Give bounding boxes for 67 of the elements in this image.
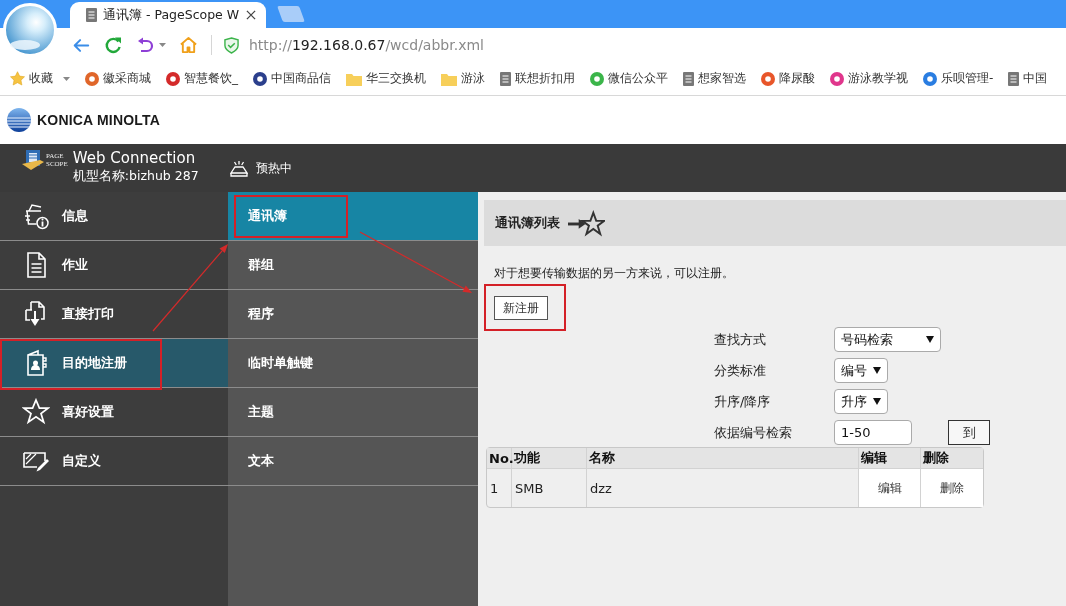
printer-info-icon — [22, 202, 50, 230]
bookmark-item[interactable]: 智慧餐饮_ — [166, 70, 238, 87]
filter-label: 分类标准 — [714, 361, 767, 380]
brand-name: KONICA MINOLTA — [37, 112, 161, 128]
bookmark-item[interactable]: 华三交换机 — [346, 70, 426, 87]
bookmark-item[interactable]: 微信公众平 — [590, 70, 668, 87]
bookmark-item[interactable]: 中国 — [1008, 70, 1048, 87]
folder-icon — [441, 71, 457, 86]
range-field[interactable]: 1-50 — [834, 420, 912, 445]
product-name: Web Connection — [72, 149, 197, 167]
menu-item[interactable]: 目的地注册 — [0, 339, 228, 388]
bookmark-item[interactable]: 徽采商城 — [85, 70, 151, 87]
logo-icon — [22, 149, 44, 171]
page-icon — [1008, 71, 1020, 86]
bookmark-item[interactable]: 收藏 — [10, 70, 70, 87]
bookmark-item[interactable]: 乐呗管理- — [923, 70, 994, 87]
action-button[interactable]: 删除 — [921, 469, 983, 507]
shield-icon — [224, 36, 239, 54]
reload-icon[interactable] — [104, 36, 122, 54]
back-icon[interactable] — [72, 37, 90, 53]
page-icon — [500, 71, 511, 86]
dropdown-arrow-icon — [926, 336, 934, 343]
close-icon[interactable] — [246, 10, 256, 20]
description-text: 对于想要传输数据的另一方来说，可以注册。 — [494, 265, 735, 281]
dropdown-select[interactable]: 升序 — [834, 389, 888, 414]
caret-icon[interactable] — [63, 76, 70, 81]
list-title: 通讯簿列表 — [495, 214, 560, 232]
browser-tab[interactable]: 通讯簿 - PageScope W — [70, 2, 266, 28]
model-name: 机型名称:bizhub 287 — [72, 167, 199, 184]
new-tab-button[interactable] — [277, 6, 305, 22]
undo-icon[interactable] — [136, 37, 154, 53]
star-icon — [10, 71, 25, 86]
filter-label: 升序/降序 — [714, 392, 772, 411]
star-icon — [22, 398, 50, 426]
table-cell: SMB — [512, 469, 587, 507]
dropdown-arrow-icon — [873, 367, 881, 374]
arrow-star-icon — [568, 209, 605, 237]
page-icon — [683, 71, 694, 86]
submenu-item[interactable]: 通讯簿 — [228, 192, 478, 241]
column-header: 编辑 — [859, 448, 921, 469]
bookmark-item[interactable]: 游泳 — [441, 70, 485, 87]
dropdown-select[interactable]: 编号 — [834, 358, 888, 383]
table-cell: 1 — [487, 469, 512, 507]
new-button[interactable]: 新注册 — [494, 296, 548, 320]
caret-icon[interactable] — [159, 43, 166, 47]
home-icon[interactable] — [179, 36, 198, 54]
filter-label: 依据编号检索 — [714, 423, 793, 442]
bookmark-item[interactable]: 联想折扣用 — [500, 70, 575, 87]
column-header: 名称 — [587, 448, 859, 469]
tray-icon — [230, 159, 248, 177]
bookmark-item[interactable]: 想家智选 — [683, 70, 746, 87]
browser-logo-icon — [3, 3, 57, 57]
bookmark-item[interactable]: 游泳教学视 — [830, 70, 908, 87]
globe-logo-icon — [7, 108, 31, 132]
column-header: 删除 — [921, 448, 983, 469]
filter-label: 查找方式 — [714, 330, 767, 349]
action-button[interactable]: 编辑 — [859, 469, 920, 507]
bookmark-item[interactable]: 降尿酸 — [761, 70, 815, 87]
page-icon — [86, 8, 97, 22]
status-text: 预热中 — [256, 159, 292, 177]
address-field[interactable]: http://192.168.0.67/wcd/abbr.xml — [249, 35, 484, 55]
bookmark-item[interactable]: 中国商品信 — [253, 70, 331, 87]
dropdown-select[interactable]: 号码检索 — [834, 327, 941, 352]
go-button[interactable]: 到 — [948, 420, 990, 445]
folder-icon — [346, 71, 362, 86]
dropdown-arrow-icon — [873, 398, 881, 405]
column-header: 功能 — [512, 448, 587, 469]
